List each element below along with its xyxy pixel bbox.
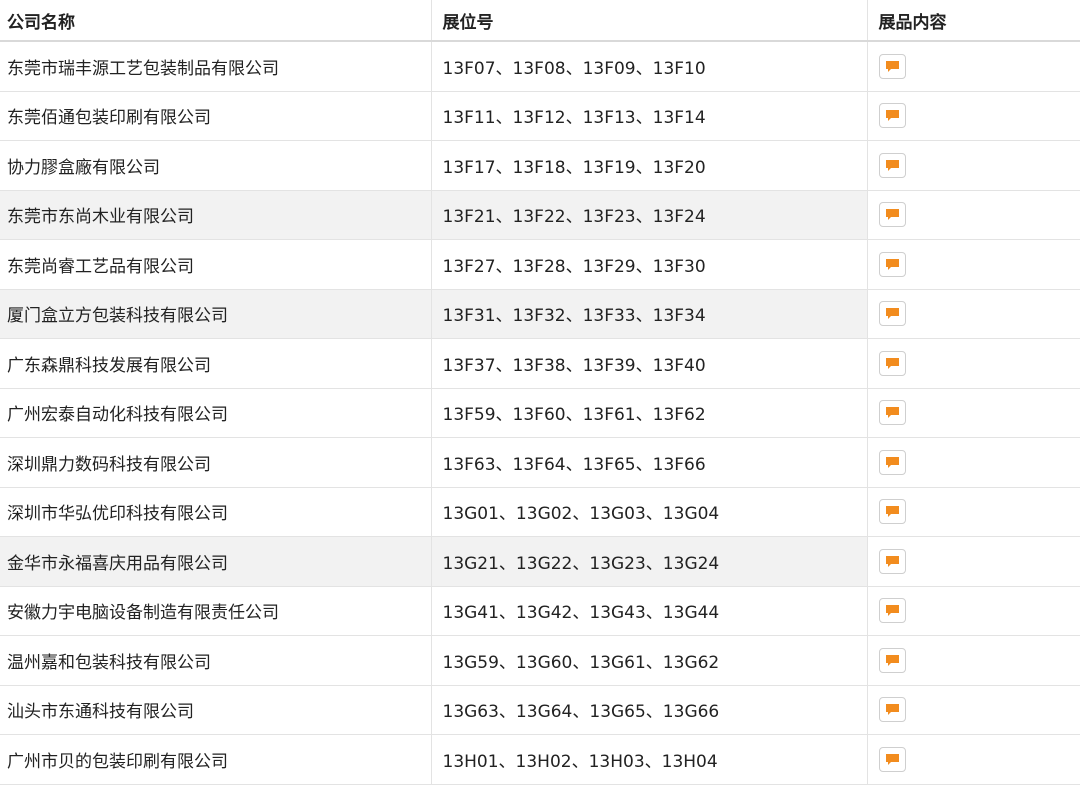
booth-numbers: 13G63、13G64、13G65、13G66 xyxy=(430,685,867,735)
table-row: 汕头市东通科技有限公司 13G63、13G64、13G65、13G66 xyxy=(0,685,1080,735)
view-products-button[interactable] xyxy=(878,499,906,525)
booth-numbers: 13F27、13F28、13F29、13F30 xyxy=(430,239,867,290)
table-row: 深圳鼎力数码科技有限公司 13F63、13F64、13F65、13F66 xyxy=(0,437,1080,488)
table-row: 东莞市瑞丰源工艺包装制品有限公司 13F07、13F08、13F09、13F10 xyxy=(0,41,1080,92)
table-row: 协力膠盒廠有限公司 13F17、13F18、13F19、13F20 xyxy=(0,140,1080,191)
view-products-button[interactable] xyxy=(878,598,906,624)
products-cell xyxy=(866,734,1080,785)
chat-bubble-icon xyxy=(885,753,899,765)
chat-bubble-icon xyxy=(885,506,899,518)
chat-bubble-icon xyxy=(885,407,899,419)
products-cell xyxy=(866,685,1080,735)
booth-numbers: 13F59、13F60、13F61、13F62 xyxy=(430,388,867,438)
view-products-button[interactable] xyxy=(878,400,906,426)
view-products-button[interactable] xyxy=(878,746,906,772)
chat-bubble-icon xyxy=(885,605,899,617)
booth-numbers: 13G41、13G42、13G43、13G44 xyxy=(430,586,867,636)
products-cell xyxy=(866,487,1080,537)
company-name: 广州宏泰自动化科技有限公司 xyxy=(0,388,431,438)
table-row: 安徽力宇电脑设备制造有限责任公司 13G41、13G42、13G43、13G44 xyxy=(0,586,1080,636)
chat-bubble-icon xyxy=(885,110,899,122)
table-row: 金华市永福喜庆用品有限公司 13G21、13G22、13G23、13G24 xyxy=(0,536,1080,587)
company-name: 广东森鼎科技发展有限公司 xyxy=(0,338,431,389)
table-row: 深圳市华弘优印科技有限公司 13G01、13G02、13G03、13G04 xyxy=(0,487,1080,537)
booth-numbers: 13F17、13F18、13F19、13F20 xyxy=(430,140,867,191)
view-products-button[interactable] xyxy=(878,350,906,376)
chat-bubble-icon xyxy=(885,159,899,171)
company-name: 厦门盒立方包装科技有限公司 xyxy=(0,289,431,339)
company-name: 东莞尚睿工艺品有限公司 xyxy=(0,239,431,290)
header-booth: 展位号 xyxy=(430,0,867,42)
chat-bubble-icon xyxy=(885,654,899,666)
booth-numbers: 13F07、13F08、13F09、13F10 xyxy=(430,41,867,92)
view-products-button[interactable] xyxy=(878,301,906,327)
table-row: 厦门盒立方包装科技有限公司 13F31、13F32、13F33、13F34 xyxy=(0,289,1080,339)
table-row: 温州嘉和包装科技有限公司 13G59、13G60、13G61、13G62 xyxy=(0,635,1080,686)
company-name: 协力膠盒廠有限公司 xyxy=(0,140,431,191)
products-cell xyxy=(866,41,1080,92)
booth-numbers: 13H01、13H02、13H03、13H04 xyxy=(430,734,867,785)
view-products-button[interactable] xyxy=(878,697,906,723)
products-cell xyxy=(866,536,1080,587)
view-products-button[interactable] xyxy=(878,251,906,277)
view-products-button[interactable] xyxy=(878,449,906,475)
view-products-button[interactable] xyxy=(878,103,906,129)
booth-numbers: 13F37、13F38、13F39、13F40 xyxy=(430,338,867,389)
booth-numbers: 13F21、13F22、13F23、13F24 xyxy=(430,190,867,240)
company-name: 东莞市东尚木业有限公司 xyxy=(0,190,431,240)
table-row: 广东森鼎科技发展有限公司 13F37、13F38、13F39、13F40 xyxy=(0,338,1080,389)
view-products-button[interactable] xyxy=(878,647,906,673)
table-row: 广州市贝的包装印刷有限公司 13H01、13H02、13H03、13H04 xyxy=(0,734,1080,785)
products-cell xyxy=(866,338,1080,389)
table-row: 东莞市东尚木业有限公司 13F21、13F22、13F23、13F24 xyxy=(0,190,1080,240)
view-products-button[interactable] xyxy=(878,53,906,79)
company-name: 广州市贝的包装印刷有限公司 xyxy=(0,734,431,785)
table-header-row: 公司名称 展位号 展品内容 xyxy=(0,0,1080,42)
table-row: 广州宏泰自动化科技有限公司 13F59、13F60、13F61、13F62 xyxy=(0,388,1080,438)
chat-bubble-icon xyxy=(885,555,899,567)
exhibitor-table: 公司名称 展位号 展品内容 东莞市瑞丰源工艺包装制品有限公司 13F07、13F0… xyxy=(0,0,1080,785)
chat-bubble-icon xyxy=(885,60,899,72)
products-cell xyxy=(866,91,1080,141)
products-cell xyxy=(866,239,1080,290)
booth-numbers: 13F31、13F32、13F33、13F34 xyxy=(430,289,867,339)
chat-bubble-icon xyxy=(885,308,899,320)
company-name: 金华市永福喜庆用品有限公司 xyxy=(0,536,431,587)
products-cell xyxy=(866,437,1080,488)
products-cell xyxy=(866,586,1080,636)
products-cell xyxy=(866,140,1080,191)
products-cell xyxy=(866,190,1080,240)
view-products-button[interactable] xyxy=(878,548,906,574)
chat-bubble-icon xyxy=(885,209,899,221)
products-cell xyxy=(866,388,1080,438)
view-products-button[interactable] xyxy=(878,152,906,178)
header-company: 公司名称 xyxy=(0,0,431,42)
table-row: 东莞佰通包装印刷有限公司 13F11、13F12、13F13、13F14 xyxy=(0,91,1080,141)
products-cell xyxy=(866,289,1080,339)
header-products: 展品内容 xyxy=(866,0,1080,42)
table-row: 东莞尚睿工艺品有限公司 13F27、13F28、13F29、13F30 xyxy=(0,239,1080,290)
company-name: 东莞市瑞丰源工艺包装制品有限公司 xyxy=(0,41,431,92)
company-name: 深圳市华弘优印科技有限公司 xyxy=(0,487,431,537)
company-name: 安徽力宇电脑设备制造有限责任公司 xyxy=(0,586,431,636)
view-products-button[interactable] xyxy=(878,202,906,228)
booth-numbers: 13F63、13F64、13F65、13F66 xyxy=(430,437,867,488)
chat-bubble-icon xyxy=(885,456,899,468)
chat-bubble-icon xyxy=(885,357,899,369)
booth-numbers: 13G21、13G22、13G23、13G24 xyxy=(430,536,867,587)
company-name: 东莞佰通包装印刷有限公司 xyxy=(0,91,431,141)
products-cell xyxy=(866,635,1080,686)
table-body: 东莞市瑞丰源工艺包装制品有限公司 13F07、13F08、13F09、13F10 东… xyxy=(0,41,1080,785)
chat-bubble-icon xyxy=(885,704,899,716)
company-name: 深圳鼎力数码科技有限公司 xyxy=(0,437,431,488)
booth-numbers: 13G01、13G02、13G03、13G04 xyxy=(430,487,867,537)
company-name: 汕头市东通科技有限公司 xyxy=(0,685,431,735)
booth-numbers: 13G59、13G60、13G61、13G62 xyxy=(430,635,867,686)
chat-bubble-icon xyxy=(885,258,899,270)
company-name: 温州嘉和包装科技有限公司 xyxy=(0,635,431,686)
booth-numbers: 13F11、13F12、13F13、13F14 xyxy=(430,91,867,141)
